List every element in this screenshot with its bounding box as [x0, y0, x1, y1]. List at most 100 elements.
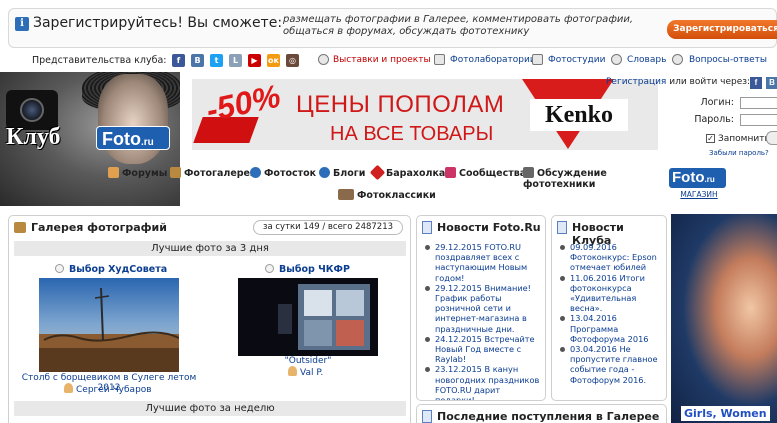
play-icon [55, 264, 64, 273]
blogs-icon [319, 167, 330, 178]
shop-logo: Foto.ru [669, 168, 726, 188]
odnoklassniki-icon[interactable]: ок [267, 54, 280, 67]
photo-pole[interactable] [39, 278, 179, 372]
play-icon [265, 264, 274, 273]
banner-line2: НА ВСЕ ТОВАРЫ [330, 123, 494, 145]
facebook-icon[interactable]: f [172, 54, 185, 67]
remember-checkbox[interactable]: ✓ [706, 134, 715, 143]
gallery-panel-icon [14, 222, 26, 233]
login-label: Логин: [700, 97, 734, 108]
register-button[interactable]: Зарегистрироваться [667, 20, 777, 39]
news-item[interactable]: 23.12.2015 В канун новогодних праздников… [423, 364, 541, 400]
side-ad[interactable]: Girls, Women [671, 214, 777, 423]
logo-foto: Foto.ru [96, 126, 170, 150]
news-club-list: 09.09.2016 Фотоконкурс: Epson отмечает ю… [558, 242, 664, 385]
registration-title: Зарегистрируйтесь! Вы сможете: [33, 15, 283, 31]
news-club-panel: Новости Клуба 09.09.2016 Фотоконкурс: Ep… [551, 215, 667, 401]
link-photostudios[interactable]: Фотостудии [548, 55, 605, 65]
link-dictionary[interactable]: Словарь [627, 55, 666, 65]
livejournal-icon[interactable]: L [229, 54, 242, 67]
news-item[interactable]: 09.09.2016 Фотоконкурс: Epson отмечает ю… [558, 242, 664, 273]
register-link[interactable]: Регистрация [606, 77, 666, 87]
document-icon [422, 410, 432, 423]
shop-label: МАГАЗИН [680, 190, 718, 199]
choice-chkfr[interactable]: Выбор ЧКФР [265, 264, 350, 275]
document-icon [557, 221, 567, 234]
faq-icon [672, 54, 683, 65]
best-week-heading: Лучшие фото за неделю [14, 401, 406, 416]
marketplace-icon [369, 164, 386, 181]
registration-description: размещать фотографии в Галерее, комменти… [283, 14, 634, 37]
photo-author-pole[interactable]: Сергей Чубаров [64, 383, 152, 395]
latest-uploads-title: Последние поступления в Галерее [437, 410, 660, 423]
news-item[interactable]: 11.06.2016 Итоги фотоконкурса «Удивитель… [558, 273, 664, 314]
gallery-counter: за сутки 149 / всего 2487213 [253, 220, 403, 235]
login-box: Регистрация или войти через: f B Логин: … [606, 77, 777, 157]
news-item[interactable]: 03.04.2016 Не пропустите главное событие… [558, 344, 664, 385]
nav-photostock[interactable]: Фотосток [250, 167, 316, 179]
main-nav: Форумы Фотогалерея Фотосток Блоги Барахо… [108, 164, 668, 205]
photostock-icon [250, 167, 261, 178]
vk-icon[interactable]: B [191, 54, 204, 67]
login-register-line: Регистрация или войти через: [606, 77, 750, 87]
nav-forums[interactable]: Форумы [108, 167, 167, 179]
news-item[interactable]: 24.12.2015 Встречайте Новый Год вместе с… [423, 334, 541, 365]
representations-row: Представительства клуба: f B t L ▶ ок ◎ … [0, 52, 777, 70]
link-exhibitions[interactable]: Выставки и проекты [333, 55, 431, 65]
forums-icon [108, 167, 119, 178]
news-item[interactable]: 29.12.2015 Внимание! График работы розни… [423, 283, 541, 334]
shop-link[interactable]: Foto.ru МАГАЗИН [669, 168, 729, 202]
youtube-icon[interactable]: ▶ [248, 54, 261, 67]
nav-blogs[interactable]: Блоги [319, 167, 365, 179]
forgot-password-link[interactable]: Забыли пароль? [709, 149, 769, 157]
news-item[interactable]: 13.04.2016 Программа Фотофорума 2016 [558, 313, 664, 344]
login-facebook-icon[interactable]: f [750, 77, 762, 89]
login-vk-icon[interactable]: B [766, 77, 777, 89]
header: Клуб Foto.ru -50% ЦЕНЫ ПОПОЛАМ НА ВСЕ ТО… [0, 72, 777, 207]
user-icon [64, 383, 73, 393]
password-input[interactable] [740, 114, 777, 126]
kenko-banner[interactable]: -50% ЦЕНЫ ПОПОЛАМ НА ВСЕ ТОВАРЫ Kenko [192, 79, 658, 150]
login-submit-button[interactable] [766, 131, 777, 145]
news-item[interactable]: 29.12.2015 FOTO.RU поздравляет всех с на… [423, 242, 541, 283]
gallery-panel: Галерея фотографий за сутки 149 / всего … [8, 215, 411, 423]
nav-gallery[interactable]: Фотогалерея [170, 167, 256, 179]
news-foto-list: 29.12.2015 FOTO.RU поздравляет всех с на… [423, 242, 541, 400]
photo-outsider[interactable] [238, 278, 378, 356]
photolab-icon [434, 54, 445, 65]
nav-classics[interactable]: Фотоклассики [338, 189, 436, 201]
banner-line1: ЦЕНЫ ПОПОЛАМ [296, 91, 505, 118]
login-via-text: или войти через: [669, 77, 751, 87]
nav-marketplace[interactable]: Барахолка [369, 164, 445, 181]
dictionary-icon [611, 54, 622, 65]
login-input[interactable] [740, 97, 777, 109]
link-photolabs[interactable]: Фотолаборатории [450, 55, 536, 65]
logo-text: Клуб [6, 124, 61, 150]
instagram-icon[interactable]: ◎ [286, 54, 299, 67]
banner-discount: -50% [202, 79, 284, 129]
photostudio-icon [532, 54, 543, 65]
choice-hudsovet[interactable]: Выбор ХудСовета [55, 264, 167, 275]
document-icon [422, 221, 432, 234]
communities-icon [445, 167, 456, 178]
registration-bar: i Зарегистрируйтесь! Вы сможете: размеща… [8, 8, 777, 48]
password-label: Пароль: [694, 114, 734, 125]
gallery-icon [170, 167, 181, 178]
twitter-icon[interactable]: t [210, 54, 223, 67]
news-foto-title: Новости Foto.Ru [437, 221, 541, 234]
nav-communities[interactable]: Сообщества [445, 167, 526, 179]
photo-caption-outsider[interactable]: "Outsider" [238, 356, 378, 366]
photo-author-outsider[interactable]: Val P. [288, 366, 323, 378]
equipment-icon [523, 167, 534, 178]
info-icon: i [15, 17, 29, 31]
gallery-title: Галерея фотографий [31, 221, 167, 234]
remember-label: Запомнить [718, 134, 770, 144]
link-faq[interactable]: Вопросы-ответы [689, 55, 767, 65]
side-ad-text: Girls, Women [681, 406, 770, 421]
classics-icon [338, 189, 354, 200]
nav-equipment[interactable]: Обсуждение фототехники [523, 167, 668, 190]
user-icon [288, 366, 297, 376]
news-foto-panel: Новости Foto.Ru 29.12.2015 FOTO.RU поздр… [416, 215, 546, 401]
exhibitions-icon [318, 54, 329, 65]
latest-uploads-panel: Последние поступления в Галерее [416, 404, 667, 423]
